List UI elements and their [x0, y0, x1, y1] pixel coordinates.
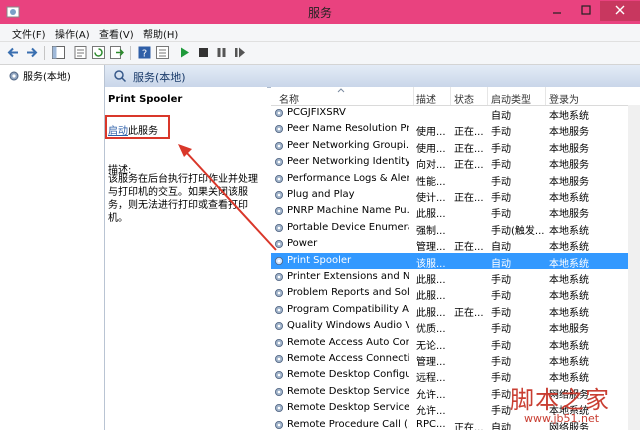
- watermark-main: 脚本之家: [510, 386, 610, 414]
- watermark: 脚本之家 www.jb51.net: [510, 380, 640, 430]
- annotation-arrow: [178, 144, 277, 251]
- watermark-url: www.jb51.net: [524, 412, 600, 425]
- services-window: 服务 文件(F) 操作(A) 查看(V) 帮助(H) ? 服务(本地) 服务(本…: [0, 0, 640, 430]
